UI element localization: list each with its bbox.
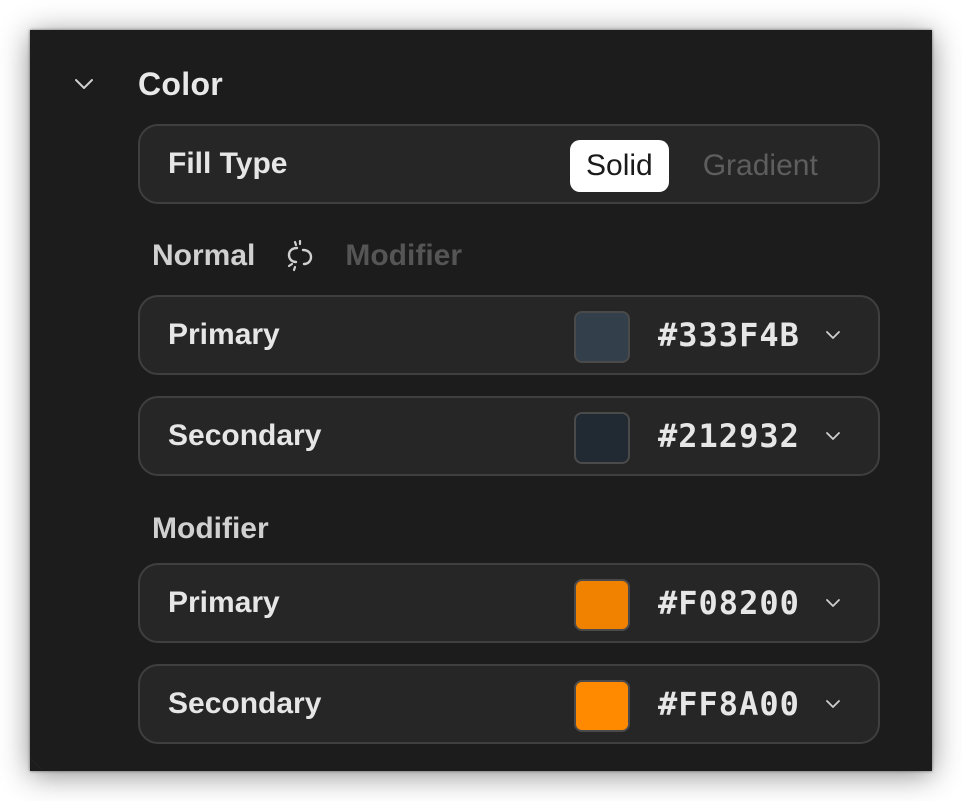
color-panel: Color Fill Type Solid Gradient Normal Mo… [30, 30, 932, 771]
fill-type-toggle: Solid Gradient [570, 140, 834, 192]
chevron-down-icon[interactable] [820, 322, 846, 348]
modifier-secondary-swatch[interactable] [574, 680, 630, 732]
chevron-down-icon[interactable] [70, 70, 98, 98]
normal-primary-label: Primary [168, 318, 280, 351]
chevron-down-icon[interactable] [820, 423, 846, 449]
section-header: Color [30, 54, 932, 114]
normal-secondary-swatch[interactable] [574, 412, 630, 464]
modifier-heading: Modifier [152, 512, 269, 545]
modifier-primary-hex-value[interactable]: #F08200 [658, 584, 798, 622]
modifier-secondary-color-row: Secondary #FF8A00 [138, 664, 880, 744]
modifier-primary-color-row: Primary #F08200 [138, 563, 880, 643]
color-mode-bar: Normal Modifier [152, 234, 462, 278]
chevron-down-icon[interactable] [820, 691, 846, 717]
normal-primary-hex-value[interactable]: #333F4B [658, 316, 798, 354]
link-icon[interactable] [283, 239, 317, 273]
resize-handle-icon[interactable] [30, 758, 44, 777]
mode-normal-tab[interactable]: Normal [152, 239, 255, 273]
normal-secondary-color-row: Secondary #212932 [138, 396, 880, 476]
section-title: Color [138, 66, 224, 102]
fill-type-solid-option[interactable]: Solid [570, 140, 669, 192]
fill-type-gradient-option[interactable]: Gradient [687, 140, 834, 192]
modifier-secondary-label: Secondary [168, 687, 322, 720]
modifier-secondary-hex-value[interactable]: #FF8A00 [658, 685, 798, 723]
normal-secondary-label: Secondary [168, 419, 322, 452]
fill-type-row: Fill Type Solid Gradient [138, 124, 880, 204]
fill-type-label: Fill Type [168, 147, 288, 180]
modifier-primary-label: Primary [168, 586, 280, 619]
chevron-down-icon[interactable] [820, 590, 846, 616]
modifier-primary-swatch[interactable] [574, 579, 630, 631]
mode-modifier-tab[interactable]: Modifier [345, 239, 462, 273]
normal-primary-color-row: Primary #333F4B [138, 295, 880, 375]
normal-secondary-hex-value[interactable]: #212932 [658, 417, 798, 455]
normal-primary-swatch[interactable] [574, 311, 630, 363]
